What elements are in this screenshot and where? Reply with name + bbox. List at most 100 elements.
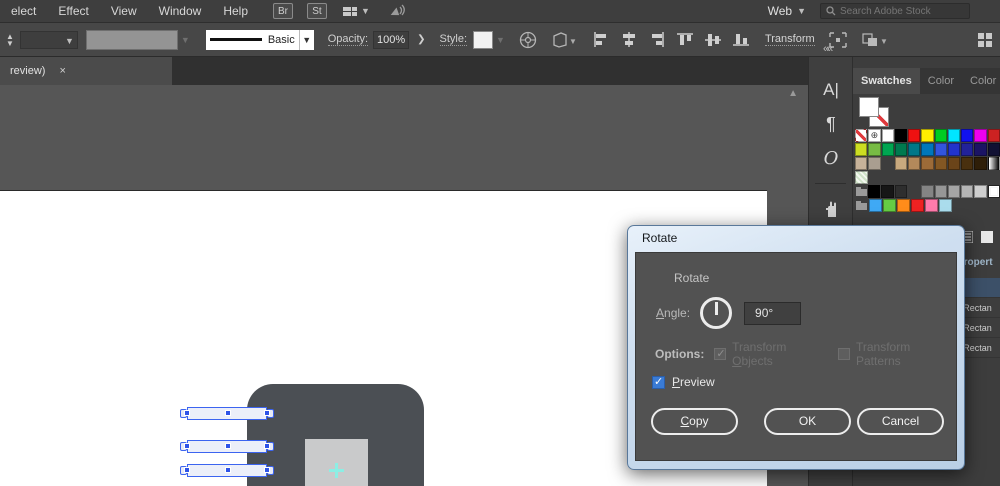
menu-item-help[interactable]: Help [212, 0, 259, 22]
swatch[interactable] [883, 199, 896, 212]
graphic-style-swatch[interactable] [473, 31, 493, 49]
swatch[interactable] [961, 143, 973, 156]
align-left-icon[interactable] [593, 32, 609, 47]
opentype-panel-icon[interactable]: O [809, 141, 853, 175]
swatch[interactable] [988, 143, 1000, 156]
panel-tab-color[interactable]: Color ( [962, 68, 1000, 94]
copy-button[interactable]: Copy [651, 408, 738, 435]
selected-pin-path[interactable] [187, 464, 267, 477]
swatch[interactable] [921, 143, 933, 156]
swatch[interactable] [961, 129, 973, 142]
align-center-icon[interactable] [621, 32, 637, 47]
share-icon[interactable] [388, 4, 406, 18]
swatch[interactable] [988, 129, 1000, 142]
selected-pin-path[interactable] [187, 407, 267, 420]
opacity-field[interactable]: 100% [373, 31, 409, 49]
swatch-group-folder-icon[interactable] [855, 185, 867, 198]
rotate-dialog[interactable]: Rotate Rotate Angle: 90° Options: Transf… [627, 225, 965, 470]
fill-white-swatch[interactable] [859, 97, 879, 117]
align-bottom-icon[interactable] [733, 32, 749, 47]
swatch[interactable] [948, 143, 960, 156]
swatch[interactable] [895, 185, 907, 198]
align-right-icon[interactable] [649, 32, 665, 47]
stock-button[interactable]: St [307, 3, 327, 19]
ok-button[interactable]: OK [764, 408, 851, 435]
swatch[interactable] [948, 185, 960, 198]
swatch[interactable] [895, 129, 907, 142]
swatch-selected[interactable] [988, 185, 1000, 198]
chip-core-shape[interactable] [305, 439, 368, 486]
swatch-gradient[interactable] [988, 157, 1000, 170]
swatch[interactable] [961, 157, 973, 170]
brush-definition-dropdown[interactable]: Basic [206, 30, 299, 50]
stock-search[interactable] [820, 3, 970, 19]
swatch[interactable] [935, 157, 947, 170]
swatch[interactable] [974, 185, 986, 198]
menu-item-view[interactable]: View [100, 0, 148, 22]
preview-checkbox[interactable] [652, 376, 665, 389]
swatch[interactable] [921, 185, 933, 198]
libraries-panel-icon[interactable] [809, 192, 853, 226]
swatch[interactable] [882, 129, 894, 142]
close-icon[interactable]: × [59, 65, 65, 77]
swatch[interactable] [921, 157, 933, 170]
variable-width-dropdown[interactable]: ▼ [20, 31, 78, 49]
swatch[interactable] [935, 129, 947, 142]
swatch-pattern[interactable] [855, 171, 868, 184]
swatch-group-folder-icon[interactable] [855, 199, 868, 212]
fill-color-swatch[interactable] [86, 30, 178, 50]
swatch[interactable] [948, 129, 960, 142]
swatch[interactable] [935, 185, 947, 198]
workspace-grid-icon[interactable] [978, 33, 992, 47]
document-setup-icon[interactable]: ▼ [551, 31, 577, 49]
panel-tab-color[interactable]: Color [920, 68, 962, 94]
swatch[interactable] [974, 143, 986, 156]
document-tab[interactable]: review) × [0, 57, 172, 85]
angle-input[interactable]: 90° [744, 302, 801, 325]
swatch[interactable] [868, 185, 880, 198]
align-middle-icon[interactable] [705, 32, 721, 47]
menu-item-effect[interactable]: Effect [47, 0, 99, 22]
menu-item-window[interactable]: Window [148, 0, 213, 22]
swatch[interactable] [921, 129, 933, 142]
swatch-registration[interactable]: ⊕ [868, 129, 880, 142]
thumbnail-view-icon[interactable] [981, 231, 993, 243]
arrange-documents-button[interactable]: ▼ [343, 6, 370, 16]
swatch[interactable] [908, 157, 920, 170]
swatch[interactable] [911, 199, 924, 212]
swatch[interactable] [908, 143, 920, 156]
swatch[interactable] [882, 143, 894, 156]
swatch-none[interactable] [855, 129, 867, 142]
search-input[interactable] [840, 6, 960, 17]
swatch[interactable] [974, 129, 986, 142]
swatch[interactable] [908, 129, 920, 142]
opacity-expand-chevron[interactable]: ❯ [417, 34, 425, 45]
angle-dial[interactable] [700, 297, 732, 329]
paragraph-panel-icon[interactable]: ¶ [809, 107, 853, 141]
swatch[interactable] [895, 143, 907, 156]
menu-item-elect[interactable]: elect [0, 0, 47, 22]
swatch[interactable] [897, 199, 910, 212]
workspace-switcher[interactable]: Web ▼ [768, 4, 806, 18]
swatch[interactable] [855, 143, 867, 156]
swatch[interactable] [895, 157, 907, 170]
swatch[interactable] [974, 157, 986, 170]
cancel-button[interactable]: Cancel [857, 408, 944, 435]
swatch[interactable] [925, 199, 938, 212]
character-panel-icon[interactable]: A| [809, 73, 853, 107]
align-top-icon[interactable] [677, 32, 693, 47]
selected-pin-path[interactable] [187, 440, 267, 453]
brush-dropdown-chevron[interactable]: ▼ [299, 30, 314, 50]
swatch[interactable] [948, 157, 960, 170]
recolor-artwork-icon[interactable] [519, 31, 537, 49]
swatch[interactable] [939, 199, 952, 212]
fill-stroke-indicator[interactable] [859, 97, 893, 131]
scrollbar-up-icon[interactable]: ▲ [788, 88, 798, 99]
style-label[interactable]: Style: [440, 33, 468, 46]
collapse-panels-icon[interactable]: «« [823, 43, 831, 55]
transform-link[interactable]: Transform [765, 33, 815, 46]
swatch[interactable] [869, 199, 882, 212]
bridge-button[interactable]: Br [273, 3, 293, 19]
swatch[interactable] [868, 157, 880, 170]
opacity-label[interactable]: Opacity: [328, 33, 368, 46]
